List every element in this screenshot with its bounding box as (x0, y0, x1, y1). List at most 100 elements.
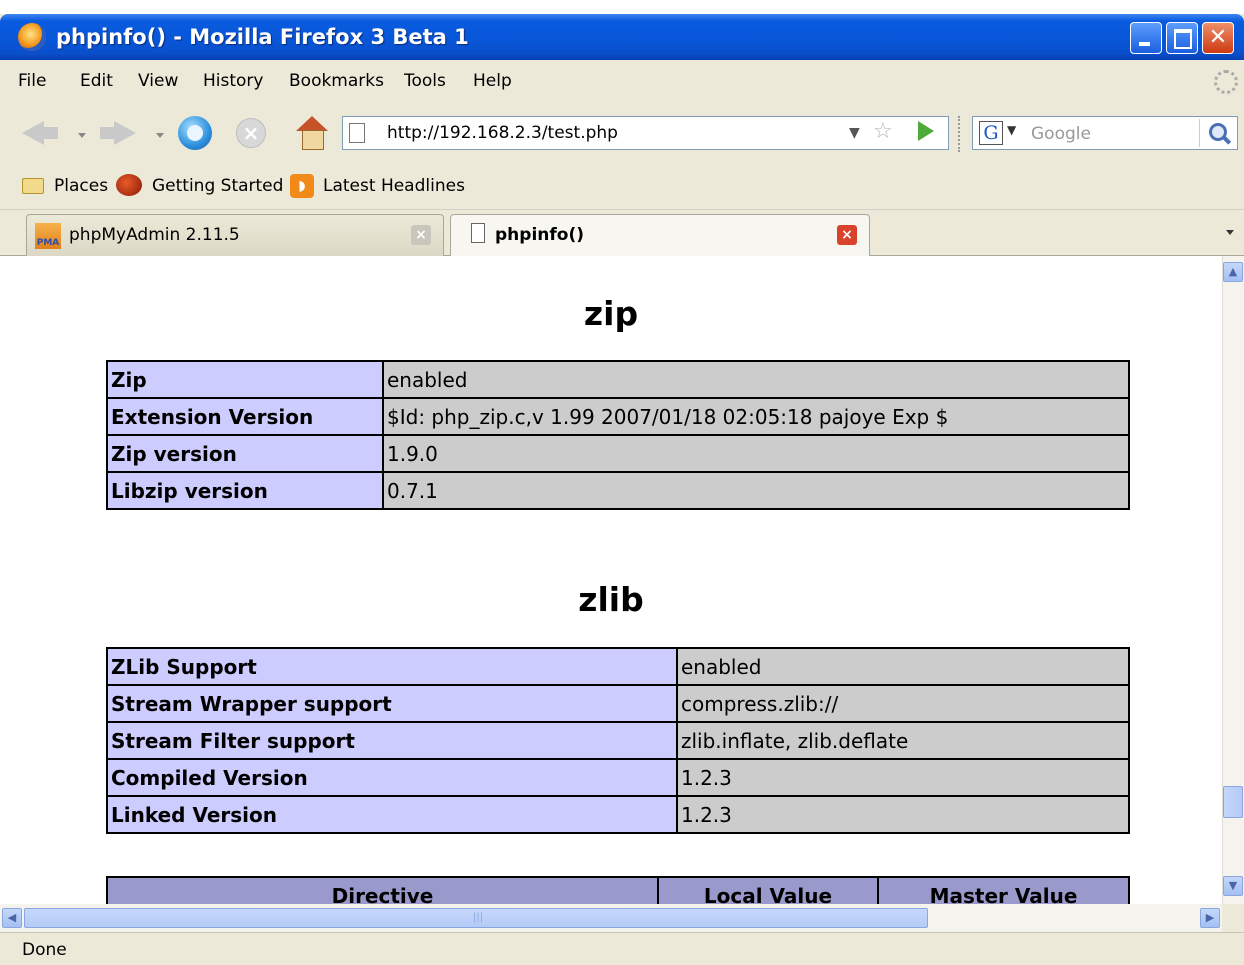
bookmarks-toolbar: Places Getting Started ◗ Latest Headline… (0, 162, 1244, 210)
menu-help[interactable]: Help (473, 71, 512, 91)
row-value: zlib.inflate, zlib.deflate (676, 721, 1130, 760)
google-engine-icon[interactable]: G (979, 121, 1003, 145)
zlib-table: ZLib Support enabled Stream Wrapper supp… (106, 647, 1130, 834)
navigation-toolbar: × http://192.168.2.3/test.php ▼ ☆ G ▼ Go… (0, 104, 1244, 162)
row-value: 1.2.3 (676, 758, 1130, 797)
row-value: 1.9.0 (382, 434, 1130, 473)
getting-started-icon (116, 174, 142, 196)
menu-tools[interactable]: Tools (404, 71, 446, 91)
tab-phpinfo[interactable]: phpinfo() × (450, 214, 870, 256)
row-value: 1.2.3 (676, 795, 1130, 834)
firefox-icon (18, 23, 46, 51)
rss-feed-icon: ◗ (290, 174, 314, 198)
table-row: Zip enabled (106, 360, 1130, 399)
row-name: Libzip version (106, 471, 384, 510)
menu-history[interactable]: History (203, 71, 263, 91)
desktop-strip (0, 0, 1244, 14)
scroll-right-button[interactable]: ▶ (1200, 908, 1220, 928)
row-value: enabled (382, 360, 1130, 399)
status-text: Done (22, 940, 67, 960)
tab-phpmyadmin[interactable]: PMA phpMyAdmin 2.11.5 × (26, 214, 444, 256)
window-titlebar[interactable]: phpinfo() - Mozilla Firefox 3 Beta 1 ✕ (0, 14, 1244, 60)
zip-table: Zip enabled Extension Version $Id: php_z… (106, 360, 1130, 510)
url-bar[interactable]: http://192.168.2.3/test.php ▼ ☆ (342, 116, 949, 150)
menu-view[interactable]: View (138, 71, 178, 91)
header-local-value: Local Value (657, 876, 879, 904)
section-title-zlib: zlib (578, 580, 644, 619)
tab-bar: PMA phpMyAdmin 2.11.5 × phpinfo() × (0, 210, 1244, 256)
phpmyadmin-icon: PMA (35, 223, 61, 249)
search-button[interactable] (1199, 119, 1236, 147)
page-content: zip Zip enabled Extension Version $Id: p… (0, 256, 1222, 904)
table-row: Compiled Version 1.2.3 (106, 758, 1130, 797)
row-name: Zip (106, 360, 384, 399)
minimize-button[interactable] (1130, 22, 1162, 54)
menu-bar: File Edit View History Bookmarks Tools H… (0, 60, 1244, 104)
back-button[interactable] (22, 116, 58, 150)
scroll-left-button[interactable]: ◀ (2, 908, 22, 928)
table-row: Stream Wrapper support compress.zlib:// (106, 684, 1130, 723)
row-name: Linked Version (106, 795, 678, 834)
bookmark-star-icon[interactable]: ☆ (873, 119, 893, 144)
row-name: Compiled Version (106, 758, 678, 797)
home-button[interactable] (294, 116, 330, 150)
section-title-zip: zip (583, 294, 639, 333)
table-row: Linked Version 1.2.3 (106, 795, 1130, 834)
url-text[interactable]: http://192.168.2.3/test.php (387, 123, 618, 143)
row-name: Stream Filter support (106, 721, 678, 760)
vertical-scroll-thumb[interactable] (1223, 786, 1243, 818)
row-name: Stream Wrapper support (106, 684, 678, 723)
search-bar[interactable]: G ▼ Google (972, 116, 1238, 150)
row-name: Zip version (106, 434, 384, 473)
page-icon (471, 223, 485, 243)
close-icon: ✕ (1208, 25, 1228, 50)
table-header-row: Directive Local Value Master Value (106, 876, 1130, 904)
table-row: Libzip version 0.7.1 (106, 471, 1130, 510)
bookmark-places[interactable]: Places (54, 176, 108, 196)
table-row: Extension Version $Id: php_zip.c,v 1.99 … (106, 397, 1130, 436)
header-master-value: Master Value (877, 876, 1130, 904)
row-value: enabled (676, 647, 1130, 686)
table-row: Stream Filter support zlib.inflate, zlib… (106, 721, 1130, 760)
close-tab-icon[interactable]: × (411, 225, 431, 245)
tab-label: phpinfo() (495, 225, 584, 245)
search-engine-dropdown[interactable]: ▼ (1007, 123, 1016, 137)
table-row: Zip version 1.9.0 (106, 434, 1130, 473)
bookmark-latest-headlines[interactable]: Latest Headlines (323, 176, 465, 196)
row-value: $Id: php_zip.c,v 1.99 2007/01/18 02:05:1… (382, 397, 1130, 436)
row-value: 0.7.1 (382, 471, 1130, 510)
stop-button[interactable]: × (236, 118, 266, 148)
vertical-scrollbar[interactable]: ▲ ▼ (1222, 256, 1244, 904)
go-arrow-icon[interactable] (918, 121, 934, 141)
throbber-icon (1214, 70, 1238, 94)
bookmark-getting-started[interactable]: Getting Started (152, 176, 283, 196)
header-directive: Directive (106, 876, 659, 904)
tab-label: phpMyAdmin 2.11.5 (69, 225, 240, 245)
status-bar: Done (0, 932, 1244, 965)
row-name: ZLib Support (106, 647, 678, 686)
maximize-button[interactable] (1166, 22, 1198, 54)
reload-button[interactable] (178, 116, 212, 150)
close-tab-icon[interactable]: × (837, 225, 857, 245)
back-history-dropdown[interactable] (78, 133, 86, 138)
tab-list-dropdown[interactable] (1226, 230, 1234, 235)
url-history-dropdown[interactable]: ▼ (849, 125, 860, 141)
menu-file[interactable]: File (18, 71, 46, 91)
row-name: Extension Version (106, 397, 384, 436)
forward-button[interactable] (100, 116, 136, 150)
horizontal-scroll-thumb[interactable]: ||| (24, 908, 928, 928)
menu-edit[interactable]: Edit (80, 71, 113, 91)
scroll-down-button[interactable]: ▼ (1223, 876, 1243, 896)
search-input[interactable]: Google (1031, 124, 1091, 144)
forward-history-dropdown[interactable] (156, 133, 164, 138)
close-window-button[interactable]: ✕ (1202, 22, 1234, 54)
scroll-up-button[interactable]: ▲ (1223, 262, 1243, 282)
row-value: compress.zlib:// (676, 684, 1130, 723)
toolbar-splitter[interactable] (958, 116, 964, 152)
page-icon (349, 123, 365, 143)
table-row: ZLib Support enabled (106, 647, 1130, 686)
menu-bookmarks[interactable]: Bookmarks (289, 71, 384, 91)
scroll-grip-icon: ||| (473, 912, 484, 923)
window-title: phpinfo() - Mozilla Firefox 3 Beta 1 (56, 25, 469, 49)
horizontal-scrollbar[interactable]: ◀ ||| ▶ (0, 904, 1222, 932)
